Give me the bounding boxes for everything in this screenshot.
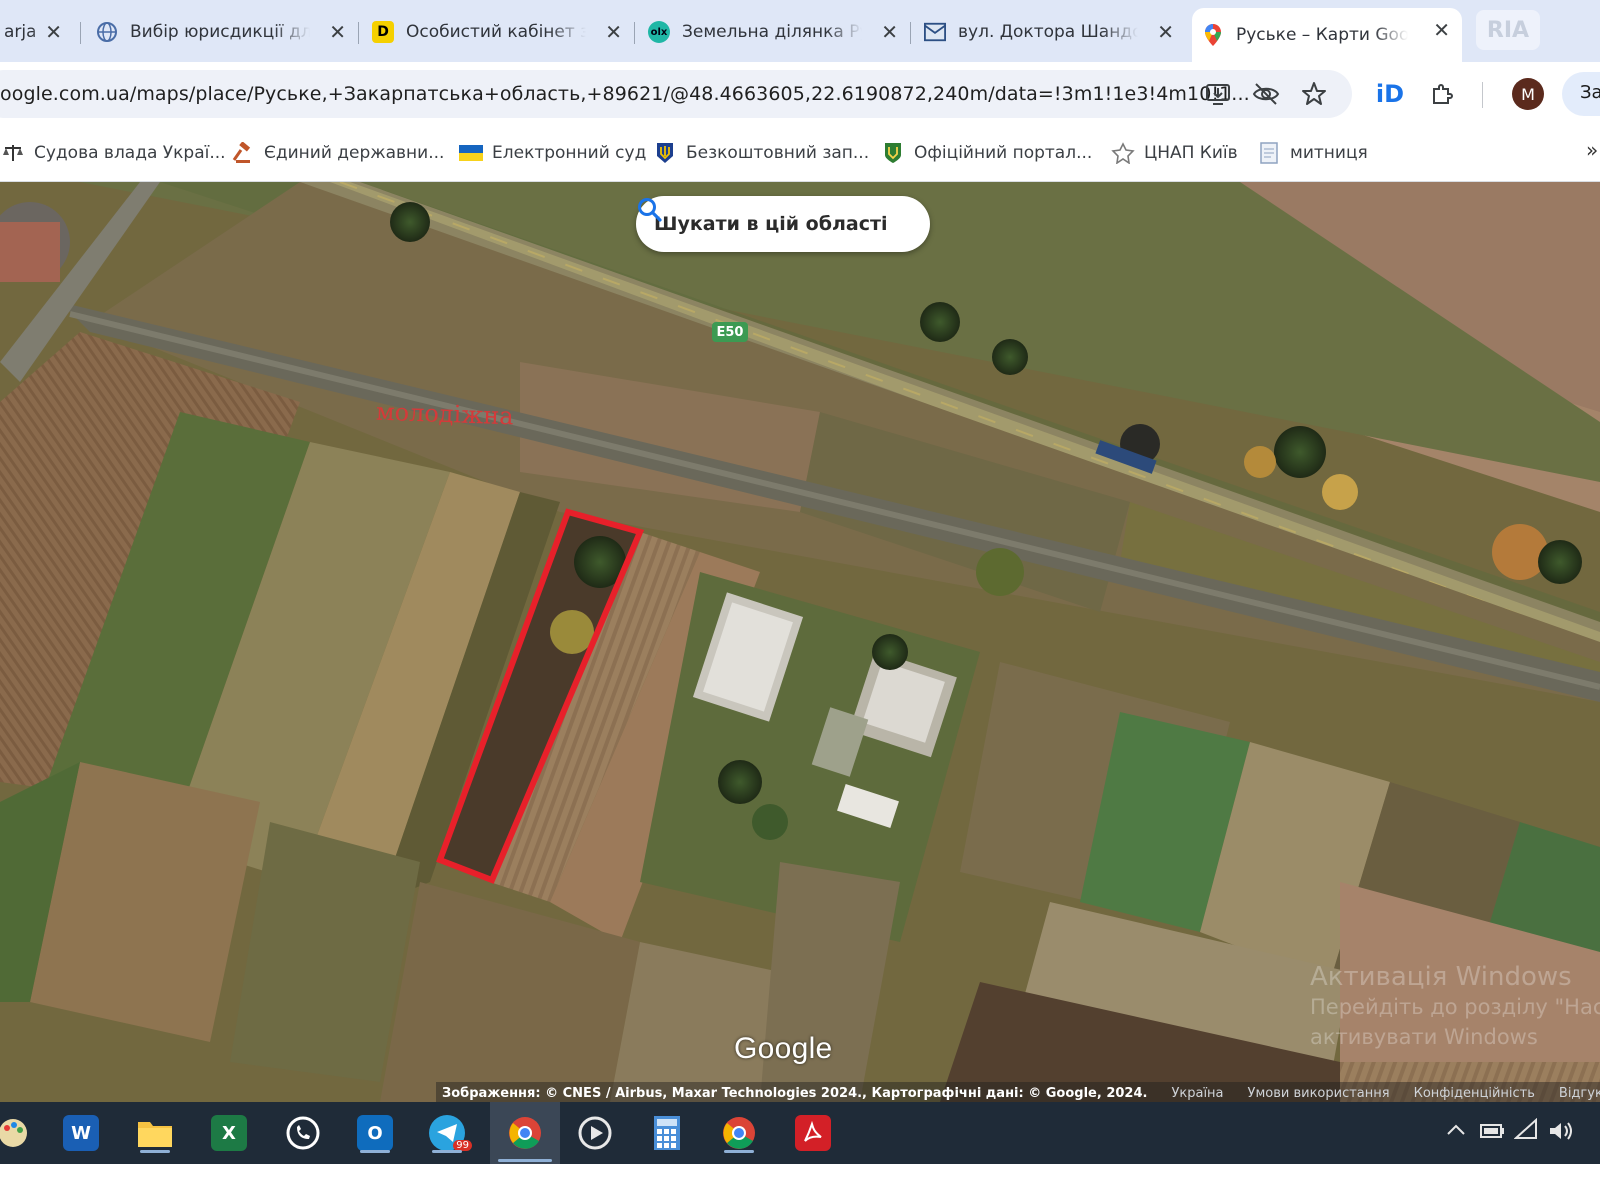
mail-icon xyxy=(924,21,946,43)
page-bottom-margin xyxy=(0,1164,1600,1200)
tab-4[interactable]: вул. Доктора Шандо ✕ xyxy=(914,10,1186,54)
tab-strip: arja ✕ Вибір юрисдикції дл ✕ D Особистий… xyxy=(0,0,1600,62)
address-bar[interactable]: oogle.com.ua/maps/place/Руське,+Закарпат… xyxy=(0,70,1352,118)
extensions-puzzle-icon[interactable] xyxy=(1428,80,1456,108)
close-icon[interactable]: ✕ xyxy=(1433,18,1450,42)
acrobat-icon[interactable] xyxy=(790,1111,836,1155)
search-icon xyxy=(638,198,662,222)
wifi-icon[interactable] xyxy=(1513,1117,1538,1144)
attribution-text: Зображення: © CNES / Airbus, Maxar Techn… xyxy=(442,1085,1148,1101)
close-icon[interactable]: ✕ xyxy=(881,20,898,44)
privacy-link[interactable]: Конфіденційність xyxy=(1414,1086,1535,1101)
bookmark-label: Безкоштовний зап... xyxy=(686,143,870,163)
telegram-icon[interactable]: 99 xyxy=(424,1111,472,1155)
street-label: молодіжна xyxy=(375,397,515,431)
search-area-label: Шукати в цій області xyxy=(654,213,888,235)
side-button-label: Зав xyxy=(1580,82,1600,103)
bookmark-label: Судова влада Украї... xyxy=(34,143,226,163)
id-extension-icon[interactable]: iD xyxy=(1376,80,1404,108)
gavel-icon xyxy=(230,142,256,164)
tab-title: Земельна ділянка Ру xyxy=(682,22,862,42)
olx-icon: olx xyxy=(648,21,670,43)
bookmark-item[interactable]: Єдиний державни... xyxy=(230,139,444,167)
google-logo: Google xyxy=(734,1032,833,1065)
new-tab-badge: RIA xyxy=(1486,17,1530,43)
paint-icon[interactable] xyxy=(0,1111,36,1155)
bookmark-item[interactable]: Судова влада Украї... xyxy=(0,139,226,167)
bookmarks-bar: Судова влада Украї... Єдиний державни...… xyxy=(0,126,1600,182)
install-app-icon[interactable] xyxy=(1204,80,1232,108)
outlook-icon[interactable]: O xyxy=(352,1111,398,1155)
tab-0[interactable]: arja ✕ xyxy=(0,10,74,54)
tab-1[interactable]: Вибір юрисдикції дл ✕ xyxy=(86,10,358,54)
watermark-line: Перейдіть до розділу "Наст xyxy=(1310,995,1600,1019)
calculator-icon[interactable] xyxy=(644,1111,690,1155)
scales-icon xyxy=(0,142,26,164)
chrome-icon[interactable] xyxy=(490,1102,560,1164)
file-explorer-icon[interactable] xyxy=(132,1111,178,1155)
bookmark-label: ЦНАП Київ xyxy=(1144,143,1238,163)
shield-icon xyxy=(880,142,906,164)
bookmark-label: Єдиний державни... xyxy=(264,143,445,163)
watermark-line: Активація Windows xyxy=(1310,962,1572,992)
browser-toolbar: oogle.com.ua/maps/place/Руське,+Закарпат… xyxy=(0,62,1600,126)
windows-taskbar: W X O 99 xyxy=(0,1102,1600,1164)
cnap-icon xyxy=(1110,142,1136,164)
bookmark-item[interactable]: Електронний суд xyxy=(458,139,646,167)
bookmark-label: митниця xyxy=(1290,143,1368,163)
road-shield-e50: E50 xyxy=(712,322,748,342)
close-icon[interactable]: ✕ xyxy=(1157,20,1174,44)
side-panel-button[interactable]: Зав xyxy=(1562,72,1600,116)
new-tab-button[interactable]: RIA xyxy=(1476,10,1540,50)
globe-icon xyxy=(96,21,118,43)
tab-title: Вибір юрисдикції дл xyxy=(130,22,310,42)
windows-activation-watermark: Активація Windows Перейдіть до розділу "… xyxy=(1310,962,1600,1052)
word-icon[interactable]: W xyxy=(58,1111,104,1155)
watermark-line: активувати Windows xyxy=(1310,1025,1538,1049)
map-attribution-bar: Зображення: © CNES / Airbus, Maxar Techn… xyxy=(436,1082,1600,1102)
diia-d-icon: D xyxy=(372,21,394,43)
whatsapp-icon[interactable] xyxy=(280,1111,326,1155)
tab-title: Руське – Карти Goog xyxy=(1236,25,1408,45)
tab-title: вул. Доктора Шандо xyxy=(958,22,1138,42)
tab-5-active[interactable]: Руське – Карти Goog ✕ xyxy=(1192,8,1462,62)
tab-title: arja xyxy=(4,22,37,42)
bookmarks-overflow-icon[interactable]: » xyxy=(1586,138,1598,162)
tab-2[interactable]: D Особистий кабінет з ✕ xyxy=(362,10,634,54)
bookmark-item[interactable]: Безкоштовний зап... xyxy=(652,139,869,167)
volume-icon[interactable] xyxy=(1548,1120,1574,1146)
ukraine-flag-icon xyxy=(458,142,484,164)
document-icon xyxy=(1256,142,1282,164)
show-hidden-icons-icon[interactable] xyxy=(1446,1122,1466,1141)
satellite-map[interactable]: Шукати в цій області E50 молодіжна Актив… xyxy=(0,182,1600,1102)
maps-pin-icon xyxy=(1202,24,1224,46)
media-player-icon[interactable] xyxy=(572,1111,618,1155)
region-link[interactable]: Україна xyxy=(1171,1086,1223,1101)
address-url: oogle.com.ua/maps/place/Руське,+Закарпат… xyxy=(0,83,1250,105)
bookmark-star-icon[interactable] xyxy=(1300,80,1328,108)
close-icon[interactable]: ✕ xyxy=(605,20,622,44)
excel-icon[interactable]: X xyxy=(206,1111,252,1155)
bookmark-item[interactable]: митниця xyxy=(1256,139,1368,167)
close-icon[interactable]: ✕ xyxy=(329,20,346,44)
profile-avatar[interactable]: M xyxy=(1512,78,1544,110)
bookmark-item[interactable]: Офіційний портал... xyxy=(880,139,1092,167)
tab-3[interactable]: olx Земельна ділянка Ру ✕ xyxy=(638,10,910,54)
bookmark-item[interactable]: ЦНАП Київ xyxy=(1110,139,1238,167)
trident-icon xyxy=(652,142,678,164)
bookmark-label: Електронний суд xyxy=(492,143,647,163)
battery-icon[interactable] xyxy=(1480,1122,1506,1144)
feedback-link[interactable]: Відгук про п xyxy=(1559,1086,1600,1101)
tab-title: Особистий кабінет з xyxy=(406,22,586,42)
close-icon[interactable]: ✕ xyxy=(45,20,62,44)
search-this-area-button[interactable]: Шукати в цій області xyxy=(636,196,930,252)
bookmark-label: Офіційний портал... xyxy=(914,143,1093,163)
chrome-profile-icon[interactable] xyxy=(716,1111,762,1155)
avatar-initial: M xyxy=(1521,84,1535,104)
eye-off-icon[interactable] xyxy=(1252,80,1280,108)
terms-link[interactable]: Умови використання xyxy=(1248,1086,1390,1101)
